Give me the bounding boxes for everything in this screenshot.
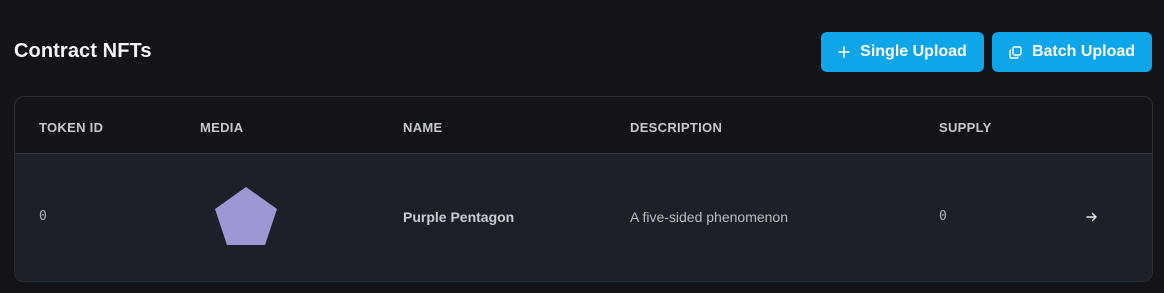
description-cell: A five-sided phenomenon <box>630 209 788 225</box>
name-cell: Purple Pentagon <box>403 209 515 225</box>
plus-icon <box>838 46 850 58</box>
column-header-media: MEDIA <box>200 120 244 135</box>
single-upload-label: Single Upload <box>860 43 967 60</box>
column-header-name: NAME <box>403 120 443 135</box>
column-header-description: DESCRIPTION <box>630 120 723 135</box>
arrow-right-icon[interactable] <box>1084 209 1100 225</box>
nft-media-image <box>215 187 277 245</box>
contract-nfts-page: Contract NFTs Single Upload Batch Upload… <box>0 0 1164 293</box>
supply-cell: 0 <box>939 209 947 224</box>
table-header: TOKEN ID MEDIA NAME DESCRIPTION SUPPLY <box>15 97 1152 154</box>
table-row[interactable]: 0 Purple Pentagon A five-sided phenomeno… <box>15 154 1152 281</box>
page-title: Contract NFTs <box>14 40 152 62</box>
batch-upload-label: Batch Upload <box>1031 43 1136 60</box>
token-id-cell: 0 <box>39 209 47 224</box>
column-header-supply: SUPPLY <box>939 120 992 135</box>
nft-table: TOKEN ID MEDIA NAME DESCRIPTION SUPPLY 0… <box>14 96 1153 282</box>
column-header-token-id: TOKEN ID <box>39 120 104 135</box>
batch-upload-button[interactable]: Batch Upload <box>992 32 1152 72</box>
copy-icon <box>1009 45 1022 59</box>
single-upload-button[interactable]: Single Upload <box>821 32 984 72</box>
